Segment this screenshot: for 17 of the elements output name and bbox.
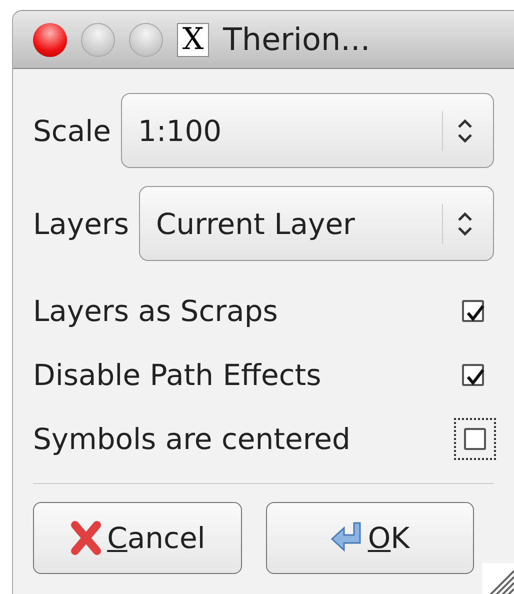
checkbox[interactable] xyxy=(462,364,484,386)
resize-grip[interactable] xyxy=(482,563,514,594)
checkbox[interactable] xyxy=(464,428,486,450)
ok-button[interactable]: OK xyxy=(266,502,474,574)
field-label: Layers xyxy=(33,206,129,240)
app-icon: X xyxy=(177,22,209,56)
close-button[interactable] xyxy=(33,22,67,56)
window-title: Therion... xyxy=(223,22,370,58)
cross-icon xyxy=(69,519,104,557)
checkbox[interactable] xyxy=(462,300,484,322)
dropdown[interactable]: Current Layer xyxy=(138,186,494,261)
dropdown[interactable]: 1:100 xyxy=(121,93,494,168)
field-label: Scale xyxy=(33,114,112,148)
checkbox-label: Disable Path Effects xyxy=(33,358,322,392)
cancel-button[interactable]: Cancel xyxy=(33,502,242,574)
checkbox-label: Symbols are centered xyxy=(33,422,350,456)
checkbox-label: Layers as Scraps xyxy=(33,294,278,328)
